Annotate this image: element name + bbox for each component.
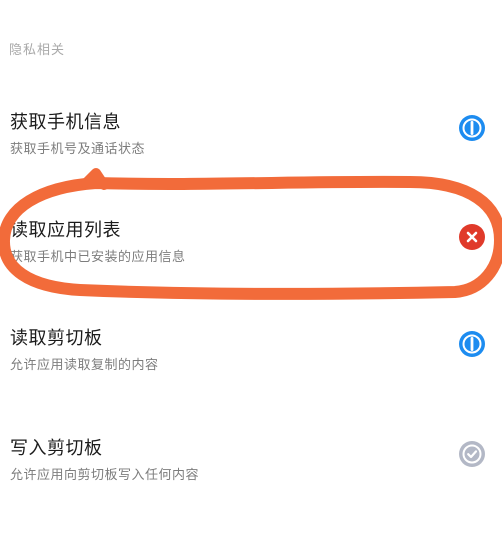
perm-title: 写入剪切板 [10,438,103,459]
perm-title: 读取应用列表 [10,220,121,241]
allow-icon[interactable] [459,115,485,141]
deny-icon[interactable] [459,224,485,250]
perm-description: 获取手机中已安装的应用信息 [10,250,186,265]
perm-item-write-clipboard[interactable]: 写入剪切板 允许应用向剪切板写入任何内容 [0,434,502,498]
perm-description: 允许应用读取复制的内容 [10,358,159,373]
perm-item-app-list[interactable]: 读取应用列表 获取手机中已安装的应用信息 [0,216,502,280]
perm-description: 获取手机号及通话状态 [10,142,146,157]
check-icon[interactable] [459,441,485,467]
perm-item-phone-info[interactable]: 获取手机信息 获取手机号及通话状态 [0,108,502,172]
perm-description: 允许应用向剪切板写入任何内容 [10,468,200,483]
perm-item-read-clipboard[interactable]: 读取剪切板 允许应用读取复制的内容 [0,324,502,388]
allow-icon[interactable] [459,331,485,357]
section-title: 隐私相关 [9,43,66,58]
perm-title: 获取手机信息 [10,112,121,133]
perm-title: 读取剪切板 [10,328,103,349]
